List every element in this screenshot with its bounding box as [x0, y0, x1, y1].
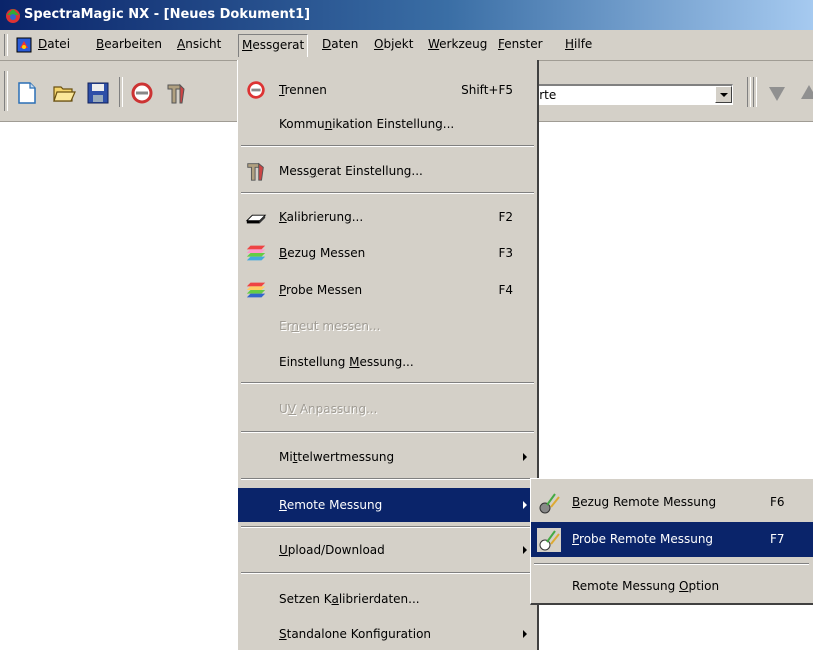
menu-objekt[interactable]: Objekt: [374, 37, 413, 51]
disconnect-icon[interactable]: [130, 81, 154, 105]
menu-item-mittelwertmessung[interactable]: Mittelwertmessung: [238, 440, 537, 474]
remote-target-icon: [539, 493, 560, 514]
open-folder-icon[interactable]: [52, 81, 76, 105]
target-measure-icon: [246, 245, 266, 261]
instrument-settings-icon[interactable]: [164, 81, 188, 105]
calibration-plate-icon: [245, 214, 267, 224]
menu-item-standalone-konfiguration[interactable]: Standalone Konfiguration: [238, 617, 537, 650]
menu-messgerat[interactable]: Messgerat: [238, 34, 309, 57]
menu-item-trennen[interactable]: Trennen Shift+F5: [238, 73, 537, 107]
title-bar: SpectraMagic NX - [Neues Dokument1]: [0, 0, 813, 30]
menu-item-setzen-kalibrierdaten[interactable]: Setzen Kalibrierdaten...: [238, 582, 537, 616]
menu-item-messgerat-einstellung[interactable]: Messgerat Einstellung...: [238, 154, 537, 188]
menu-item-upload-download[interactable]: Upload/Download: [238, 533, 537, 567]
shortcut-label: F2: [498, 210, 513, 224]
menu-datei[interactable]: Datei: [38, 37, 70, 51]
menu-item-kalibrierung[interactable]: Kalibrierung... F2: [238, 200, 537, 234]
submenu-arrow-icon: [523, 546, 527, 554]
measurement-combo[interactable]: werte: [514, 84, 733, 105]
shortcut-label: F3: [498, 246, 513, 260]
menu-separator: [241, 478, 534, 480]
menu-werkzeug[interactable]: Werkzeug: [428, 37, 487, 51]
disconnect-icon: [247, 81, 265, 99]
menu-item-einstellung-messung[interactable]: Einstellung Messung...: [238, 345, 537, 379]
menu-separator: [241, 382, 534, 384]
menu-bar: Datei Bearbeiten Ansicht Messgerat Daten…: [0, 30, 813, 61]
save-disk-icon[interactable]: [86, 81, 110, 105]
submenu-item-remote-messung-option[interactable]: Remote Messung Option: [531, 569, 813, 604]
submenu-item-bezug-remote-messung[interactable]: Bezug Remote Messung F6: [531, 485, 813, 520]
menu-separator: [241, 192, 534, 194]
new-document-icon[interactable]: [15, 81, 39, 105]
app-logo-icon: [6, 9, 20, 23]
document-window-icon[interactable]: [16, 37, 32, 53]
window-title: SpectraMagic NX - [Neues Dokument1]: [24, 7, 311, 22]
remote-sample-icon: [537, 528, 561, 552]
toolbar-separator: [119, 77, 123, 107]
chevron-down-icon[interactable]: [715, 86, 732, 103]
toolbar-separator: [747, 77, 751, 107]
triangle-up-icon[interactable]: [797, 81, 813, 105]
submenu-item-probe-remote-messung[interactable]: Probe Remote Messung F7: [531, 522, 813, 557]
sample-measure-icon: [246, 282, 266, 298]
instrument-settings-icon: [247, 162, 264, 181]
menu-item-erneut-messen: Erneut messen...: [279, 319, 381, 333]
toolbar-grip[interactable]: [4, 71, 8, 111]
menu-separator: [534, 563, 809, 565]
menu-separator: [241, 526, 534, 528]
toolbar-separator: [753, 77, 757, 107]
triangle-down-icon[interactable]: [765, 81, 789, 105]
menu-item-bezug-messen[interactable]: Bezug Messen F3: [238, 236, 537, 270]
menu-fenster[interactable]: Fenster: [498, 37, 543, 51]
menu-ansicht[interactable]: Ansicht: [177, 37, 221, 51]
menu-item-remote-messung[interactable]: Remote Messung: [238, 488, 537, 522]
remote-messung-submenu: Bezug Remote Messung F6 Probe Remote Mes…: [530, 478, 813, 605]
submenu-arrow-icon: [523, 501, 527, 509]
menu-separator: [241, 572, 534, 574]
menu-item-probe-messen[interactable]: Probe Messen F4: [238, 273, 537, 307]
menu-bearbeiten[interactable]: Bearbeiten: [96, 37, 162, 51]
menubar-grip[interactable]: [4, 34, 8, 56]
menu-hilfe[interactable]: Hilfe: [565, 37, 592, 51]
menu-item-uv-anpassung: UV Anpassung...: [279, 402, 378, 416]
shortcut-label: F6: [770, 495, 785, 509]
shortcut-label: F7: [770, 532, 785, 546]
menu-separator: [241, 431, 534, 433]
shortcut-label: F4: [498, 283, 513, 297]
menu-item-kommunikation-einstellung[interactable]: Kommunikation Einstellung...: [238, 107, 537, 141]
menu-separator: [241, 145, 534, 147]
submenu-arrow-icon: [523, 453, 527, 461]
messgerat-menu: Trennen Shift+F5 Kommunikation Einstellu…: [237, 60, 539, 650]
submenu-arrow-icon: [523, 630, 527, 638]
shortcut-label: Shift+F5: [461, 83, 513, 97]
menu-daten[interactable]: Daten: [322, 37, 358, 51]
